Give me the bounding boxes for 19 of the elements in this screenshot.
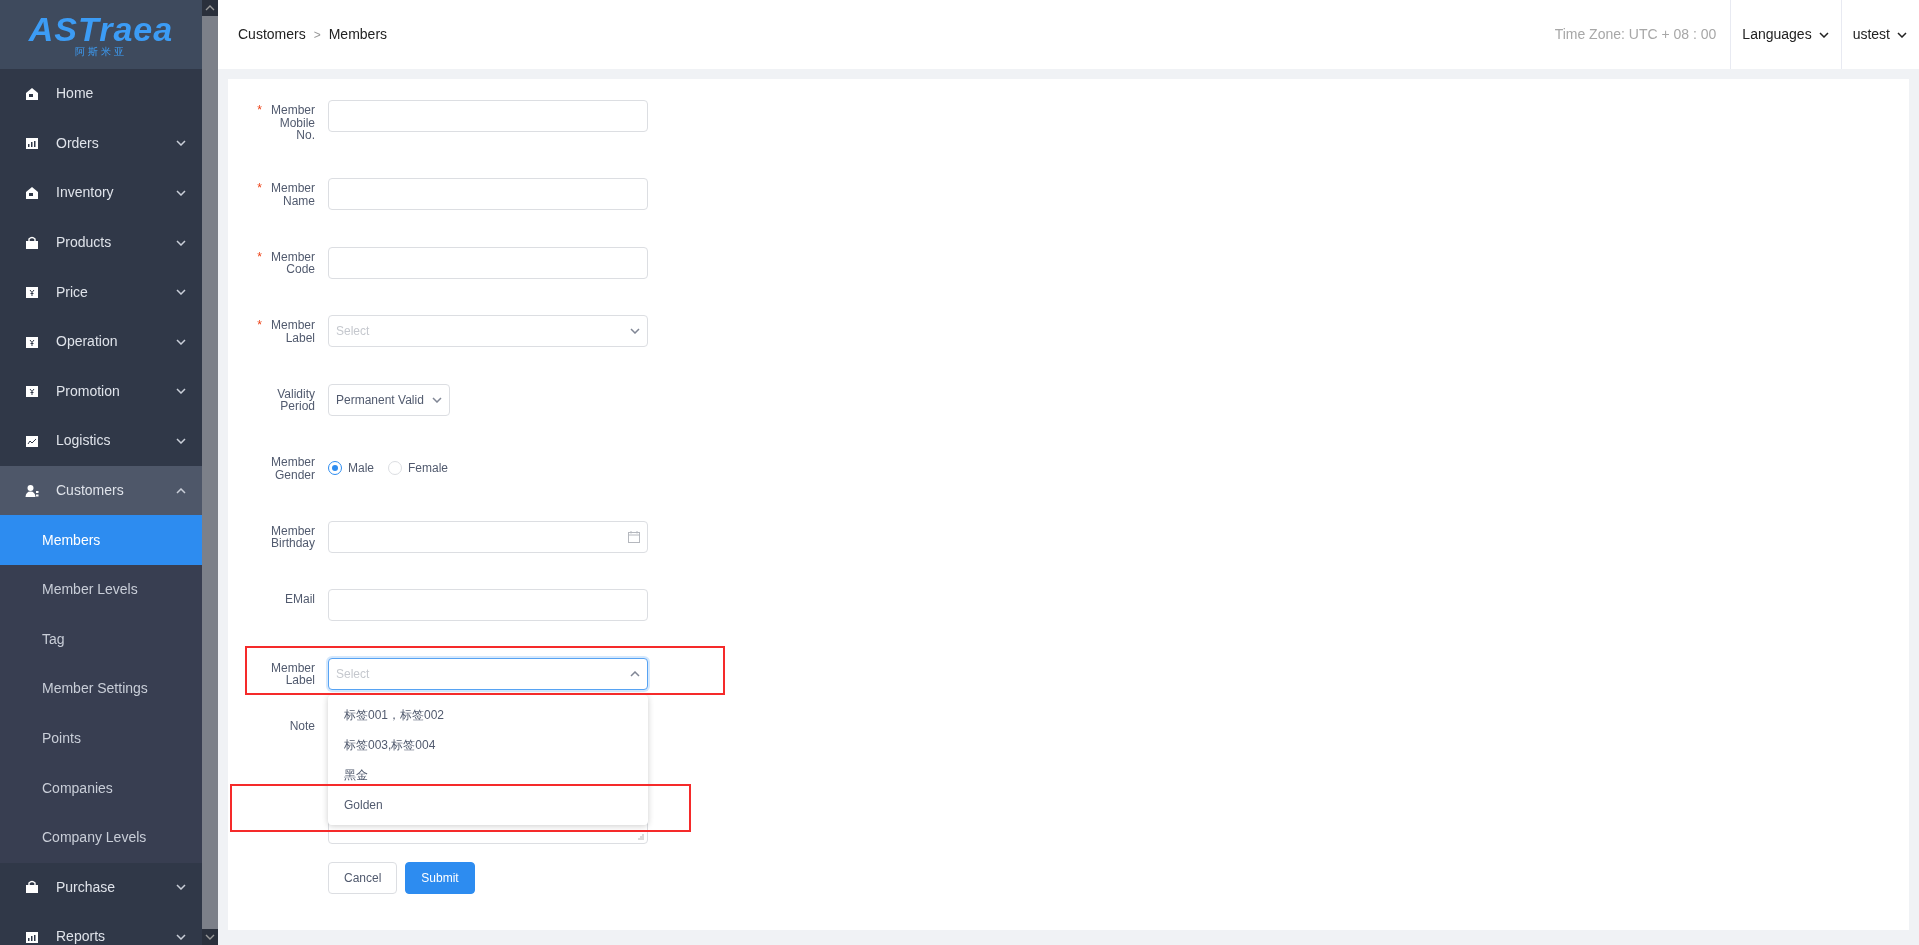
required-mark: * [257, 182, 262, 195]
required-mark: * [257, 250, 262, 263]
field-label: Member Birthday [269, 524, 315, 550]
breadcrumb-item: Members [328, 25, 388, 44]
field-label: Member Mobile No. [270, 104, 315, 142]
field-label: Member Code [270, 250, 315, 276]
breadcrumb-separator: > [313, 26, 321, 44]
field-label: Member Gender [270, 456, 315, 481]
field-label: EMail [285, 593, 315, 606]
field-label: Member Label [270, 319, 315, 344]
field-label: Member Name [270, 182, 315, 207]
field-label: Note [289, 720, 315, 733]
field-label: Validity Period [276, 387, 315, 413]
logo-text: ASTraea [28, 12, 174, 46]
required-mark: * [257, 319, 262, 332]
required-mark: * [257, 104, 262, 117]
field-label: Member Label [270, 661, 315, 687]
timezone-text: Time Zone: UTC + 08 : 00 [1554, 25, 1717, 44]
logo-subtitle: 阿斯米亚 [75, 47, 127, 57]
